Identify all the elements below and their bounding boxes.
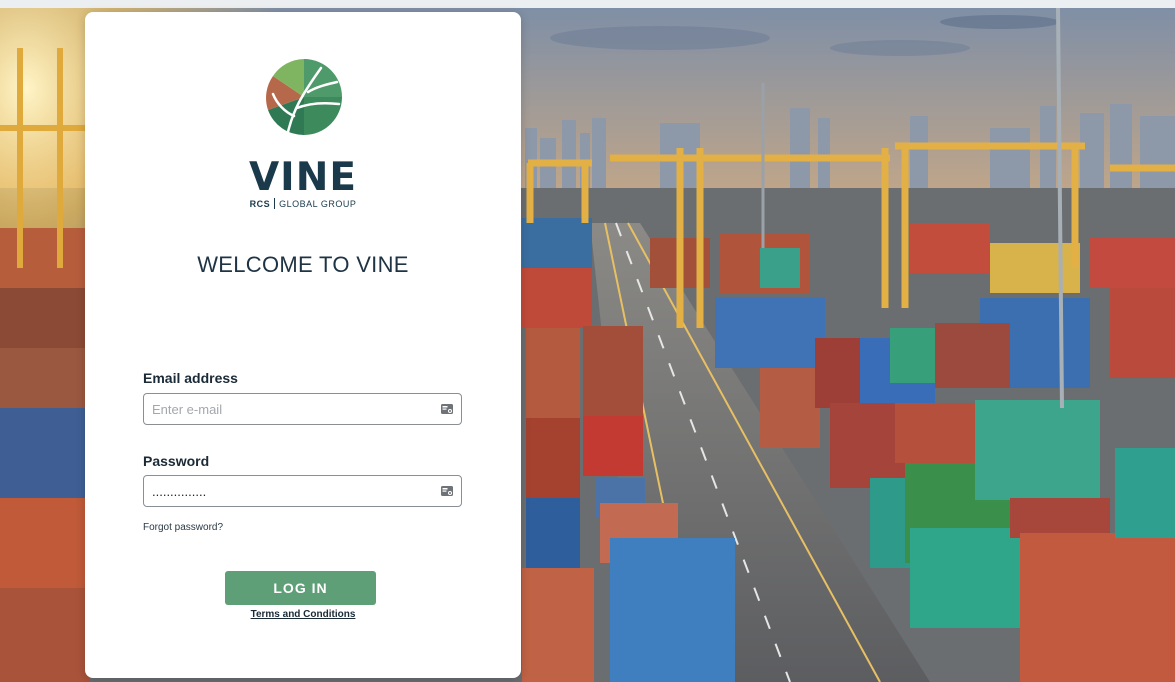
password-field-wrapper	[143, 475, 462, 507]
email-field-wrapper	[143, 393, 462, 425]
brand-subtitle: RCS GLOBAL GROUP	[85, 198, 521, 209]
vine-leaf-logo-icon	[263, 56, 345, 138]
login-card: VINE RCS GLOBAL GROUP WELCOME TO VINE Ema…	[85, 12, 521, 678]
credential-card-icon[interactable]	[440, 484, 454, 498]
password-input[interactable]	[152, 476, 432, 506]
brand-rcs: RCS	[249, 199, 271, 209]
password-label: Password	[143, 453, 210, 469]
brand-divider	[274, 198, 276, 209]
brand-global-group: GLOBAL GROUP	[279, 199, 357, 209]
login-button[interactable]: LOG IN	[225, 571, 376, 605]
terms-and-conditions-link[interactable]: Terms and Conditions	[85, 609, 521, 620]
credential-card-icon[interactable]	[440, 402, 454, 416]
welcome-heading: WELCOME TO VINE	[197, 252, 409, 277]
email-label: Email address	[143, 370, 238, 386]
forgot-password-link[interactable]: Forgot password?	[143, 522, 223, 533]
brand-name: VINE	[249, 155, 357, 200]
email-input[interactable]	[152, 394, 432, 424]
